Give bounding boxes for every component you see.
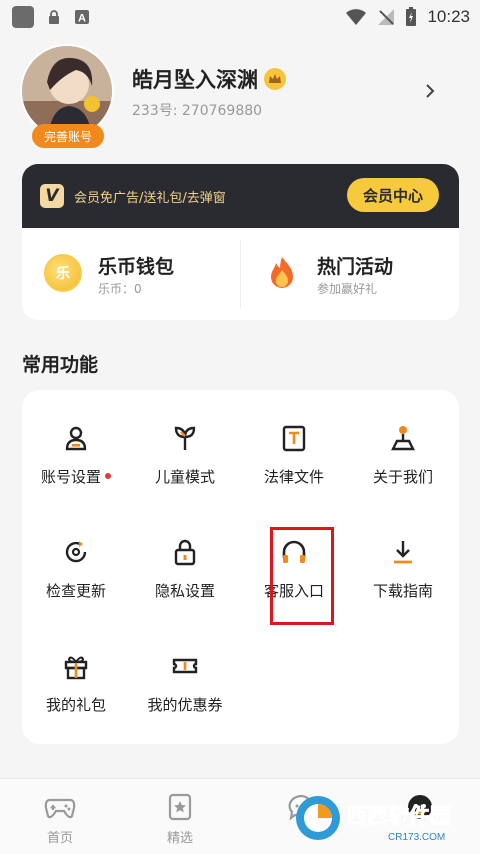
wallet-title: 乐币钱包 [98, 256, 175, 278]
function-my-coupons[interactable]: 我的优惠券 [131, 650, 239, 740]
watermark-logo: 西西软件园 CR173.COM [296, 796, 451, 843]
tab-label: 精选 [166, 831, 193, 846]
refresh-icon [60, 536, 92, 568]
wallet-item[interactable]: 乐 乐币钱包 乐币：0 [22, 228, 240, 320]
activity-title: 热门活动 [317, 256, 394, 278]
member-banner[interactable]: V 会员免广告/送礼包/去弹窗 会员中心 [22, 164, 459, 228]
username: 皓月坠入深渊 [132, 68, 258, 92]
function-check-update[interactable]: 检查更新 [22, 536, 130, 626]
complete-account-badge[interactable]: 完善账号 [32, 124, 104, 148]
function-download-guide[interactable]: 下载指南 [349, 536, 457, 626]
download-icon [387, 536, 419, 568]
lock-icon [169, 536, 201, 568]
wallet-balance: 乐币：0 [98, 282, 142, 296]
function-label: 法律文件 [263, 468, 324, 486]
member-description: 会员免广告/送礼包/去弹窗 [74, 191, 226, 206]
svg-text:A: A [78, 13, 86, 25]
battery-icon [406, 7, 417, 26]
tab-home[interactable]: 首页 [20, 791, 100, 851]
user-id: 233号: 270769880 [132, 103, 263, 119]
lock-notification-icon [49, 10, 59, 24]
section-title: 常用功能 [22, 354, 99, 376]
profile-avatar[interactable]: 完善账号 [20, 44, 116, 148]
fire-icon [263, 254, 301, 292]
function-label: 隐私设置 [154, 582, 215, 600]
function-kids-mode[interactable]: 儿童模式 [131, 422, 239, 512]
star-card-icon [164, 791, 196, 823]
function-about-us[interactable]: 关于我们 [349, 422, 457, 512]
no-signal-icon [378, 9, 395, 25]
wifi-icon [346, 9, 367, 25]
tab-label: 首页 [46, 831, 73, 846]
document-icon [278, 422, 310, 454]
function-grid: 账号设置 儿童模式 法律文件 关于我们 检查更新 隐私设置 客服入口 下载指南 … [22, 390, 459, 744]
activity-subtitle: 参加赢好礼 [317, 282, 378, 296]
gamepad-icon [44, 791, 76, 823]
highlight-annotation [270, 527, 334, 625]
svg-text:西西软件园: 西西软件园 [346, 804, 451, 828]
function-my-gifts[interactable]: 我的礼包 [22, 650, 130, 740]
function-label: 账号设置 [40, 468, 101, 486]
function-legal-docs[interactable]: 法律文件 [240, 422, 348, 512]
vip-logo-icon: V [40, 184, 64, 208]
function-label: 检查更新 [45, 582, 106, 600]
member-center-button[interactable]: 会员中心 [347, 178, 439, 212]
function-label: 下载指南 [372, 582, 433, 600]
function-label: 我的优惠券 [147, 696, 223, 714]
new-dot-badge [105, 472, 111, 479]
coupon-icon [169, 650, 201, 682]
sprout-icon [169, 422, 201, 454]
function-privacy-settings[interactable]: 隐私设置 [131, 536, 239, 626]
function-label: 关于我们 [372, 468, 433, 486]
username-row: 皓月坠入深渊 [132, 64, 286, 94]
joystick-icon [387, 422, 419, 454]
status-bar: A 10:23 [0, 0, 480, 34]
svg-text:CR173.COM: CR173.COM [388, 832, 445, 843]
chevron-right-icon[interactable] [424, 82, 436, 100]
coin-icon: 乐 [44, 254, 82, 292]
function-label: 儿童模式 [154, 468, 215, 486]
notification-app-icon [12, 6, 34, 28]
tab-featured[interactable]: 精选 [140, 791, 220, 851]
clock: 10:23 [427, 7, 470, 26]
text-notification-icon: A [75, 10, 89, 25]
user-icon [60, 422, 92, 454]
function-label: 我的礼包 [45, 696, 106, 714]
crown-icon [264, 68, 286, 90]
activity-item[interactable]: 热门活动 参加赢好礼 [241, 228, 459, 320]
function-account-settings[interactable]: 账号设置 [22, 422, 130, 512]
gift-icon [60, 650, 92, 682]
wallet-activity-card: 乐 乐币钱包 乐币：0 热门活动 参加赢好礼 [22, 228, 459, 320]
